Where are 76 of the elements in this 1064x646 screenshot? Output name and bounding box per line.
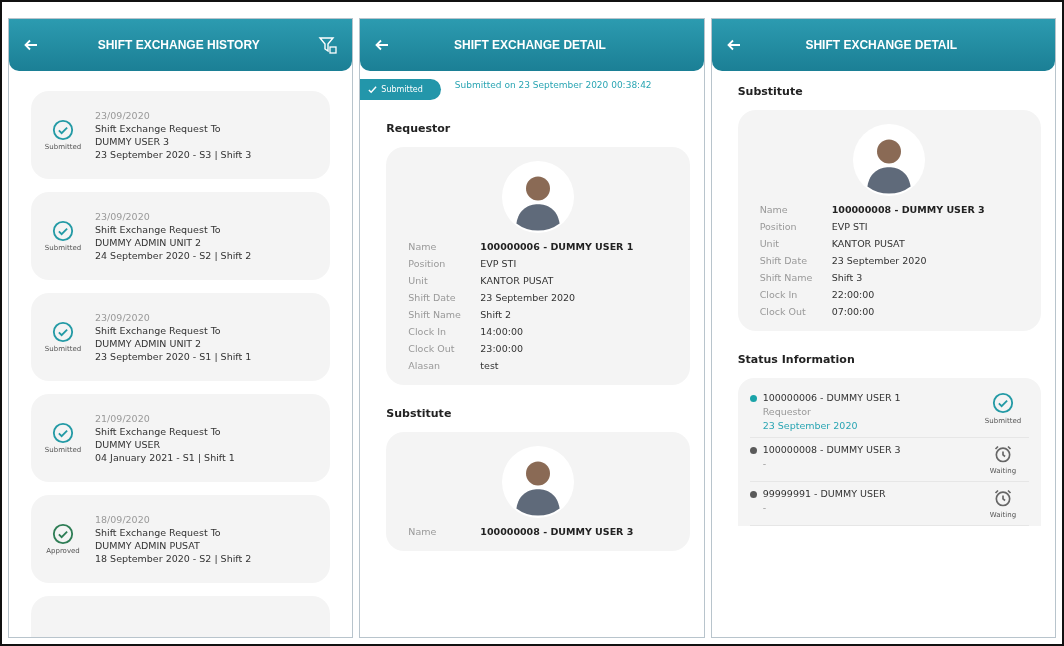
field-value: 07:00:00 [831, 306, 876, 317]
request-date: 23/09/2020 [95, 110, 151, 121]
shift-info: 23 September 2020 - S1 | Shift 1 [95, 351, 252, 362]
back-arrow-icon[interactable] [374, 37, 391, 53]
request-title: Shift Exchange Request To [95, 325, 222, 336]
field-label: Name [408, 241, 438, 252]
field-value: EVP STI [831, 221, 869, 232]
field-value: KANTOR PUSAT [831, 238, 906, 249]
person-role: Requestor [762, 406, 812, 417]
field-label: Shift Date [408, 292, 457, 303]
status-date: - [762, 502, 768, 513]
recipient-name: DUMMY ADMIN PUSAT [95, 540, 201, 551]
field-value: 100000008 - DUMMY USER 3 [831, 204, 986, 215]
request-date: 23/09/2020 [95, 211, 151, 222]
screen-title: SHIFT EXCHANGE DETAIL [804, 38, 959, 52]
field-value: 23:00:00 [480, 343, 524, 354]
field-label: Clock In [759, 289, 799, 300]
request-title: Shift Exchange Request To [95, 426, 222, 437]
section-heading: Substitute [737, 85, 804, 98]
status-date: - [762, 458, 768, 469]
recipient-name: DUMMY USER 3 [95, 136, 171, 147]
submitted-info: Submitted on 23 September 2020 00:38:42 [454, 79, 653, 92]
section-heading: Requestor [386, 122, 452, 135]
screen-title: SHIFT EXCHANGE HISTORY [96, 38, 261, 52]
field-value: Shift 3 [831, 272, 864, 283]
request-date: 18/09/2020 [95, 514, 151, 525]
shift-info: 04 January 2021 - S1 | Shift 1 [95, 452, 235, 463]
field-value: test [480, 360, 500, 371]
field-label: Shift Date [759, 255, 808, 266]
field-label: Shift Name [408, 309, 462, 320]
field-label: Unit [759, 238, 780, 249]
field-label: Clock Out [408, 343, 456, 354]
field-label: Clock In [408, 326, 447, 337]
shift-info: 18 September 2020 - S2 | Shift 2 [95, 553, 252, 564]
status-badge-label: Submitted [381, 85, 423, 94]
recipient-name: DUMMY USER [95, 439, 162, 450]
avatar-icon [853, 124, 926, 196]
shift-info: 24 September 2020 - S2 | Shift 2 [95, 250, 252, 261]
request-title: Shift Exchange Request To [95, 123, 222, 134]
request-date: 23/09/2020 [95, 312, 151, 323]
section-heading: Status Information [737, 353, 856, 366]
person-name: 99999991 - DUMMY USER [762, 488, 886, 499]
field-label: Name [408, 526, 438, 537]
section-heading: Substitute [386, 407, 453, 420]
field-value: 22:00:00 [831, 289, 876, 300]
field-value: 23 September 2020 [831, 255, 928, 266]
field-label: Alasan [408, 360, 442, 371]
shift-info: 23 September 2020 - S3 | Shift 3 [95, 149, 252, 160]
field-label: Position [408, 258, 447, 269]
field-label: Clock Out [759, 306, 807, 317]
person-name: 100000006 - DUMMY USER 1 [762, 392, 901, 403]
field-value: 23 September 2020 [480, 292, 577, 303]
field-label: Shift Name [759, 272, 814, 283]
field-value: 14:00:00 [480, 326, 524, 337]
field-value: EVP STI [480, 258, 518, 269]
back-arrow-icon[interactable] [23, 37, 39, 53]
person-name: 100000008 - DUMMY USER 3 [762, 444, 901, 455]
field-value: Shift 2 [480, 309, 512, 320]
request-title: Shift Exchange Request To [95, 224, 222, 235]
request-date: 21/09/2020 [95, 413, 151, 424]
field-label: Unit [408, 275, 429, 286]
filter-icon[interactable] [318, 35, 339, 55]
back-arrow-icon[interactable] [725, 37, 742, 53]
avatar-icon [502, 446, 574, 518]
avatar-icon [502, 161, 574, 233]
field-value: 100000006 - DUMMY USER 1 [480, 241, 635, 252]
field-value: KANTOR PUSAT [480, 275, 555, 286]
recipient-name: DUMMY ADMIN UNIT 2 [95, 237, 203, 248]
check-icon [368, 85, 378, 94]
recipient-name: DUMMY ADMIN UNIT 2 [95, 338, 203, 349]
request-title: Shift Exchange Request To [95, 527, 222, 538]
field-label: Position [759, 221, 798, 232]
screen-title: SHIFT EXCHANGE DETAIL [453, 38, 607, 52]
field-value: 100000008 - DUMMY USER 3 [480, 526, 635, 537]
status-date: 23 September 2020 [762, 420, 859, 431]
field-label: Name [759, 204, 789, 215]
